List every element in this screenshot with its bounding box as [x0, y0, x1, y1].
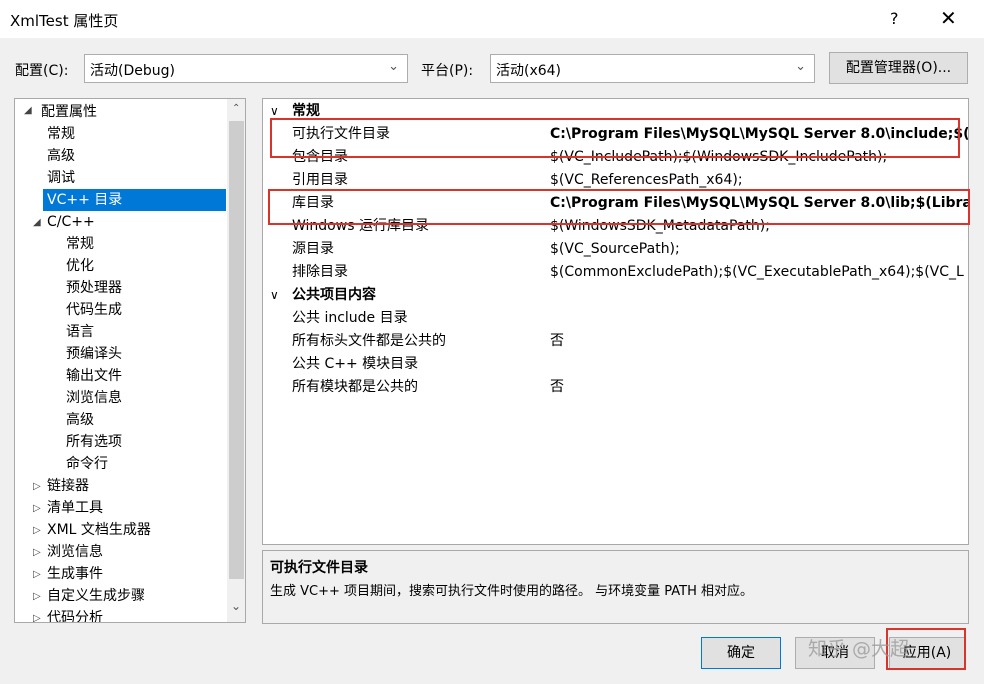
close-icon[interactable]: ✕: [940, 6, 957, 30]
tree-item[interactable]: 预处理器: [66, 277, 122, 299]
ok-button[interactable]: 确定: [701, 637, 781, 669]
tree-item[interactable]: 清单工具: [47, 497, 103, 519]
grid-category[interactable]: ∨ 公共项目内容: [263, 284, 968, 307]
property-value[interactable]: 否: [550, 376, 564, 399]
collapse-icon[interactable]: ▷: [33, 481, 41, 492]
collapse-icon[interactable]: ▷: [33, 569, 41, 580]
property-name: 引用目录: [292, 172, 348, 188]
tree-item[interactable]: 输出文件: [66, 365, 122, 387]
property-value[interactable]: $(WindowsSDK_MetadataPath);: [550, 215, 770, 238]
scroll-thumb[interactable]: [229, 121, 244, 579]
cancel-button[interactable]: 取消: [795, 637, 875, 669]
chevron-down-icon: ⌄: [795, 59, 806, 74]
tree-item[interactable]: 链接器: [47, 475, 89, 497]
tree-root[interactable]: 配置属性: [41, 101, 97, 123]
tree-item[interactable]: 浏览信息: [66, 387, 122, 409]
property-name: 源目录: [292, 241, 334, 257]
description-text: 生成 VC++ 项目期间，搜索可执行文件时使用的路径。 与环境变量 PATH 相…: [270, 584, 754, 599]
apply-button[interactable]: 应用(A): [889, 637, 965, 669]
window-title: XmlTest 属性页: [10, 12, 119, 30]
description-title: 可执行文件目录: [270, 560, 368, 576]
tree-item[interactable]: 代码生成: [66, 299, 122, 321]
platform-value: 活动(x64): [496, 63, 562, 79]
tree-item[interactable]: 浏览信息: [47, 541, 103, 563]
property-name: 库目录: [292, 195, 334, 211]
tree-item[interactable]: XML 文档生成器: [47, 519, 151, 541]
property-row[interactable]: 可执行文件目录 C:\Program Files\MySQL\MySQL Serv…: [263, 123, 968, 146]
property-value[interactable]: C:\Program Files\MySQL\MySQL Server 8.0\…: [550, 123, 968, 146]
property-row[interactable]: 源目录 $(VC_SourcePath);: [263, 238, 968, 261]
tree-item[interactable]: 自定义生成步骤: [47, 585, 145, 607]
tree-item[interactable]: 优化: [66, 255, 94, 277]
property-name: 可执行文件目录: [292, 126, 390, 142]
property-value[interactable]: $(VC_IncludePath);$(WindowsSDK_IncludePa…: [550, 146, 887, 169]
expand-icon[interactable]: ◢: [33, 217, 41, 228]
platform-label: 平台(P):: [421, 63, 474, 79]
scroll-up-icon[interactable]: ⌃: [232, 103, 240, 114]
property-row[interactable]: 所有标头文件都是公共的 否: [263, 330, 968, 353]
tree-item[interactable]: 语言: [66, 321, 94, 343]
property-row[interactable]: 库目录 C:\Program Files\MySQL\MySQL Server 8…: [263, 192, 968, 215]
property-value[interactable]: $(VC_ReferencesPath_x64);: [550, 169, 743, 192]
description-panel: 可执行文件目录 生成 VC++ 项目期间，搜索可执行文件时使用的路径。 与环境变…: [262, 550, 969, 624]
property-name: 公共 include 目录: [292, 310, 408, 326]
tree-item[interactable]: C/C++: [47, 211, 95, 233]
chevron-down-icon[interactable]: ∨: [270, 100, 279, 123]
platform-combo[interactable]: 活动(x64) ⌄: [490, 54, 815, 83]
tree-item[interactable]: 所有选项: [66, 431, 122, 453]
property-value[interactable]: C:\Program Files\MySQL\MySQL Server 8.0\…: [550, 192, 968, 215]
tree-item[interactable]: 生成事件: [47, 563, 103, 585]
collapse-icon[interactable]: ▷: [33, 591, 41, 602]
property-row[interactable]: Windows 运行库目录 $(WindowsSDK_MetadataPath);: [263, 215, 968, 238]
grid-category-label: 公共项目内容: [292, 287, 376, 303]
title-bar: [0, 0, 984, 38]
collapse-icon[interactable]: ▷: [33, 503, 41, 514]
property-name: 所有标头文件都是公共的: [292, 333, 446, 349]
property-grid: ∨ 常规可执行文件目录 C:\Program Files\MySQL\MySQL S…: [262, 98, 969, 545]
tree-item[interactable]: VC++ 目录: [43, 189, 226, 211]
tree-item[interactable]: 命令行: [66, 453, 108, 475]
tree-item[interactable]: 代码分析: [47, 607, 103, 622]
tree-item[interactable]: 预编译头: [66, 343, 122, 365]
property-row[interactable]: 公共 C++ 模块目录: [263, 353, 968, 376]
chevron-down-icon: ⌄: [388, 59, 399, 74]
expand-icon[interactable]: ◢: [24, 105, 32, 116]
config-value: 活动(Debug): [90, 63, 175, 79]
config-tree: ◢ 配置属性 常规 高级 调试 VC++ 目录 ◢ C/C++ 常规 优化 预处理器 代码生成 语言…: [14, 98, 246, 623]
grid-category[interactable]: ∨ 常规: [263, 100, 968, 123]
property-name: 包含目录: [292, 149, 348, 165]
property-value[interactable]: $(VC_SourcePath);: [550, 238, 680, 261]
config-label: 配置(C):: [15, 63, 69, 79]
property-value[interactable]: $(CommonExcludePath);$(VC_ExecutablePath…: [550, 261, 964, 284]
tree-item[interactable]: 调试: [47, 167, 75, 189]
property-name: 排除目录: [292, 264, 348, 280]
tree-item[interactable]: 常规: [66, 233, 94, 255]
config-combo[interactable]: 活动(Debug) ⌄: [84, 54, 408, 83]
property-name: 公共 C++ 模块目录: [292, 356, 419, 372]
collapse-icon[interactable]: ▷: [33, 525, 41, 536]
grid-category-label: 常规: [292, 103, 320, 119]
collapse-icon[interactable]: ▷: [33, 547, 41, 558]
property-row[interactable]: 排除目录 $(CommonExcludePath);$(VC_Executable…: [263, 261, 968, 284]
scroll-down-icon[interactable]: ⌄: [231, 599, 241, 613]
tree-item[interactable]: 高级: [47, 145, 75, 167]
property-name: Windows 运行库目录: [292, 218, 429, 234]
property-row[interactable]: 包含目录 $(VC_IncludePath);$(WindowsSDK_Inclu…: [263, 146, 968, 169]
collapse-icon[interactable]: ▷: [33, 613, 41, 622]
property-row[interactable]: 引用目录 $(VC_ReferencesPath_x64);: [263, 169, 968, 192]
property-row[interactable]: 公共 include 目录: [263, 307, 968, 330]
help-icon[interactable]: ?: [890, 9, 899, 28]
tree-scrollbar[interactable]: ⌃ ⌄: [227, 99, 245, 622]
property-row[interactable]: 所有模块都是公共的 否: [263, 376, 968, 399]
tree-item[interactable]: 常规: [47, 123, 75, 145]
chevron-down-icon[interactable]: ∨: [270, 284, 279, 307]
config-manager-button[interactable]: 配置管理器(O)...: [829, 52, 968, 84]
tree-item[interactable]: 高级: [66, 409, 94, 431]
property-value[interactable]: 否: [550, 330, 564, 353]
property-name: 所有模块都是公共的: [292, 379, 418, 395]
